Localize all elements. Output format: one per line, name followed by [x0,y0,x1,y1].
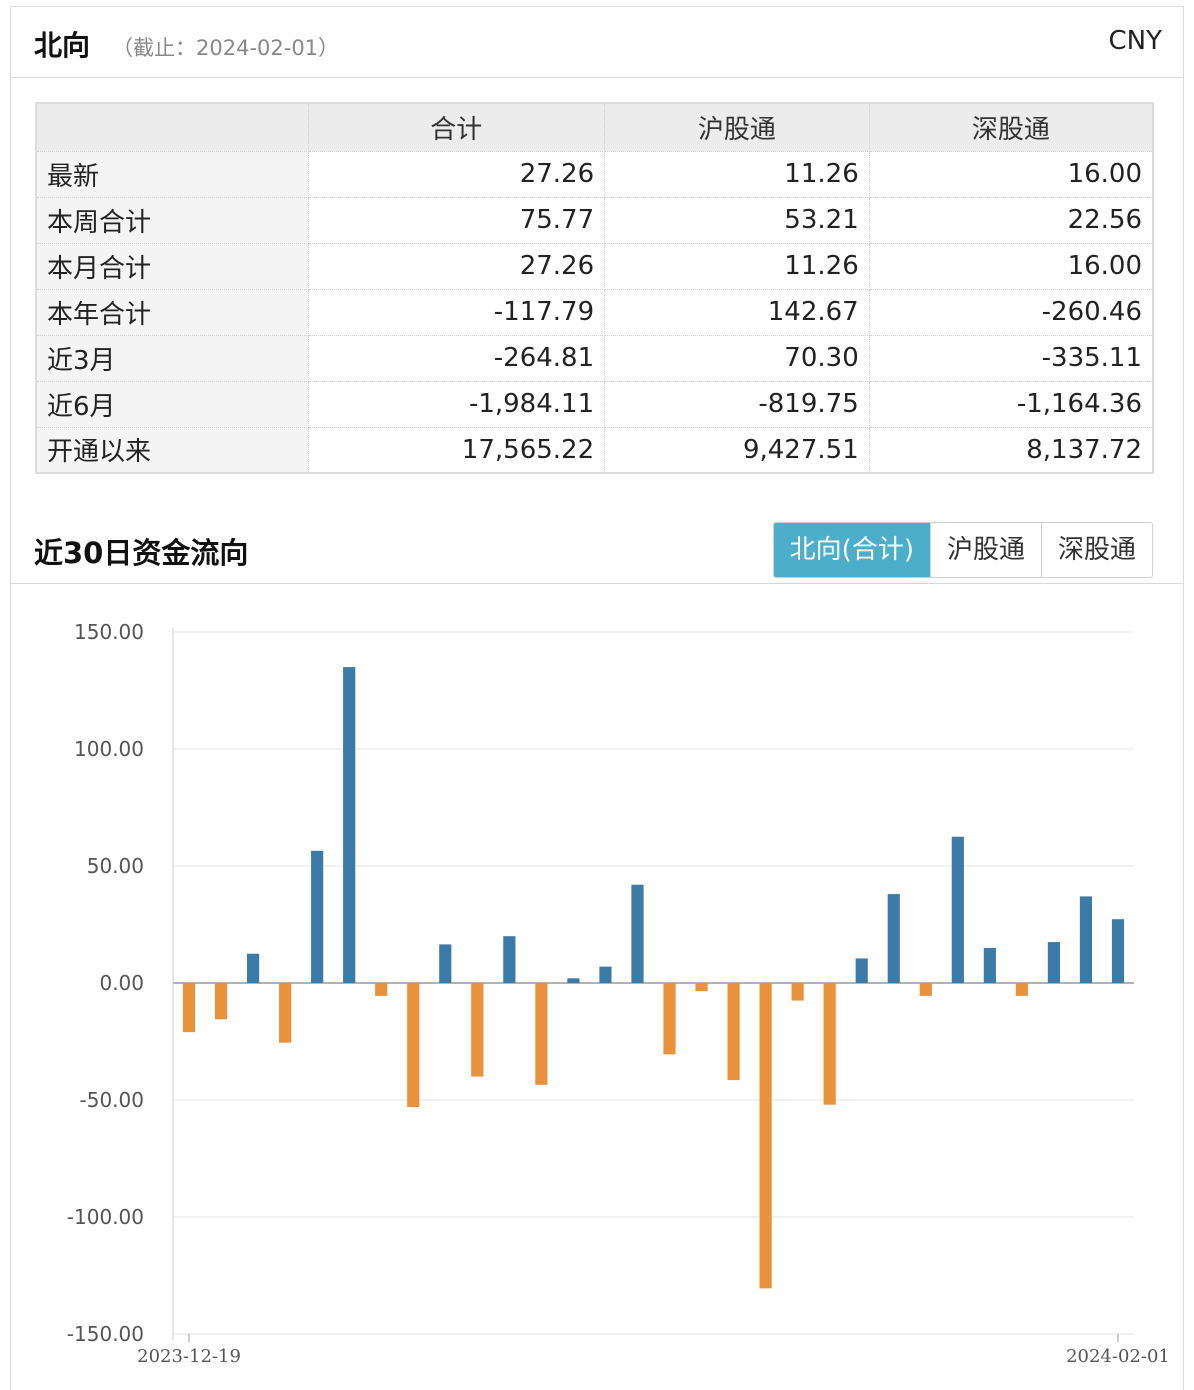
bar [1079,896,1093,983]
bar [246,953,260,983]
currency-label: CNY [1108,26,1163,56]
row-label: 本年合计 [35,288,309,336]
table-row-year-total: 本年合计 -117.79 142.67 -260.46 [35,288,1154,336]
sh-value: -819.75 [604,380,870,428]
sz-value: 16.00 [868,242,1154,290]
total-value: 27.26 [307,242,606,290]
row-label: 近6月 [35,380,309,428]
sh-value: 9,427.51 [604,426,870,474]
total-value: -117.79 [307,288,606,336]
bar [951,836,964,983]
summary-header-row: 合计 沪股通 深股通 [35,102,1154,152]
bar [855,958,868,983]
table-row-last-6m: 近6月 -1,984.11 -819.75 -1,164.36 [35,380,1154,428]
bar [727,983,740,1081]
flow-section-title: 近30日资金流向 [34,536,249,570]
flow-bar-chart: 150.00 100.00 50.00 0.00 -50.00 -100.00 -150.0… [67,620,1170,1367]
bar [214,983,228,1020]
bar [343,667,356,983]
bar [695,983,708,992]
tab-shanghai-connect[interactable]: 沪股通 [929,523,1041,577]
sh-value: 142.67 [604,288,870,336]
bar [407,983,420,1108]
panel-title: 北向 [34,29,91,62]
bar [182,983,196,1033]
as-of-date: （截止：2024-02-01） [112,36,340,60]
bar [919,983,932,996]
table-row-latest: 最新 27.26 11.26 16.00 [35,150,1154,198]
y-tick-label: 150.00 [74,620,144,644]
sh-value: 11.26 [604,242,870,290]
bar [663,983,676,1055]
sz-value: -260.46 [868,288,1154,336]
bar [823,983,836,1105]
sz-value: -335.11 [868,334,1154,382]
row-label: 本月合计 [35,242,309,290]
tab-north-total[interactable]: 北向(合计) [773,523,930,577]
bar [887,894,900,983]
y-tick-label: -150.00 [67,1322,144,1346]
bar [599,966,612,983]
panel-header: 北向 （截止：2024-02-01） CNY [10,6,1184,78]
y-tick-label: 0.00 [99,971,144,995]
bar [535,983,548,1085]
row-label: 开通以来 [35,426,309,474]
sz-value: -1,164.36 [868,380,1154,428]
bar [631,884,644,983]
bar [1015,983,1028,996]
sz-value: 22.56 [868,196,1154,244]
bar [759,983,772,1289]
summary-table: 合计 沪股通 深股通 最新 27.26 11.26 16.00 本周合计 75.77 53.… [35,102,1154,474]
bar [791,983,804,1001]
bar [567,978,580,983]
sh-value: 70.30 [604,334,870,382]
bar [983,947,996,983]
table-row-last-3m: 近3月 -264.81 70.30 -335.11 [35,334,1154,382]
corner-cell [35,102,309,152]
total-value: 17,565.22 [307,426,606,474]
bar [279,983,292,1043]
col-header-sz: 深股通 [868,102,1154,152]
row-label: 最新 [35,150,309,198]
y-tick-label: 100.00 [74,737,144,761]
total-value: -1,984.11 [307,380,606,428]
bar [375,983,388,996]
flow-tabs: 北向(合计) 沪股通 深股通 [772,522,1153,578]
sz-value: 8,137.72 [868,426,1154,474]
y-tick-label: 50.00 [87,854,144,878]
col-header-sh: 沪股通 [604,102,870,152]
row-label: 近3月 [35,334,309,382]
bar [503,936,516,983]
total-value: 75.77 [307,196,606,244]
y-tick-label: -100.00 [67,1205,144,1229]
sh-value: 11.26 [604,150,870,198]
bar [311,850,324,983]
row-label: 本周合计 [35,196,309,244]
sh-value: 53.21 [604,196,870,244]
col-header-total: 合计 [307,102,606,152]
bar [471,983,484,1077]
table-row-since-launch: 开通以来 17,565.22 9,427.51 8,137.72 [35,426,1154,474]
total-value: 27.26 [307,150,606,198]
table-row-month-total: 本月合计 27.26 11.26 16.00 [35,242,1154,290]
sz-value: 16.00 [868,150,1154,198]
tab-shenzhen-connect[interactable]: 深股通 [1040,523,1152,577]
x-tick-label: 2024-02-01 [1066,1346,1170,1367]
y-tick-label: -50.00 [80,1088,144,1112]
bar [439,944,452,983]
table-row-week-total: 本周合计 75.77 53.21 22.56 [35,196,1154,244]
bar [1111,919,1125,983]
total-value: -264.81 [307,334,606,382]
x-tick-label: 2023-12-19 [137,1346,241,1367]
bar [1047,942,1061,983]
